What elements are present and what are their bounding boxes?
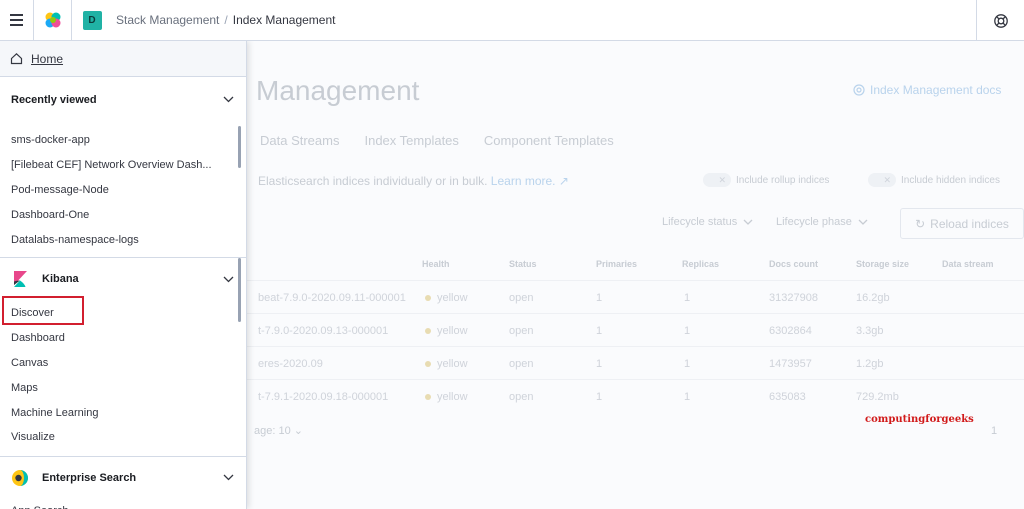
- pagination-page-1[interactable]: 1: [991, 425, 997, 437]
- watermark: computingforgeeks: [865, 414, 974, 425]
- breadcrumb-separator: /: [224, 13, 228, 27]
- top-header: D Stack Management / Index Management: [0, 0, 1024, 41]
- elastic-logo-button[interactable]: [34, 0, 72, 41]
- column-header[interactable]: Replicas: [682, 259, 719, 269]
- external-link-icon: ↗: [558, 174, 569, 188]
- column-header[interactable]: Storage size: [856, 259, 909, 269]
- index-name-link[interactable]: t-7.9.0-2020.09.13-000001: [258, 325, 388, 337]
- help-button[interactable]: [976, 0, 1024, 41]
- help-icon: [853, 84, 865, 96]
- enterprise-search-logo-icon: [11, 469, 29, 487]
- recent-item[interactable]: Datalabs-namespace-logs: [0, 227, 246, 252]
- table-row[interactable]: eres-2020.09 yellow open 1 1 1473957 1.2…: [246, 346, 1024, 379]
- refresh-icon: ↻: [915, 216, 926, 231]
- breadcrumb-index-management: Index Management: [232, 13, 336, 27]
- health-dot-icon: [425, 394, 431, 401]
- toggle-switch[interactable]: ✕: [703, 173, 731, 187]
- recently-viewed-header[interactable]: Recently viewed: [0, 77, 246, 122]
- elastic-logo-icon: [45, 12, 60, 28]
- lifecycle-phase-filter[interactable]: Lifecycle phase: [776, 216, 868, 228]
- index-name-link[interactable]: t-7.9.1-2020.09.18-000001: [258, 391, 388, 403]
- chevron-down-icon: ⌄: [293, 425, 303, 437]
- breadcrumb-stack-management[interactable]: Stack Management: [116, 13, 219, 27]
- enterprise-search-section-header[interactable]: Enterprise Search: [0, 457, 246, 499]
- nav-item-app-search[interactable]: App Search: [0, 499, 246, 509]
- enterprise-search-app-list: App Search: [0, 499, 246, 509]
- column-header[interactable]: Data stream: [942, 259, 994, 269]
- nav-item-canvas[interactable]: Canvas: [0, 351, 246, 376]
- table-row[interactable]: t-7.9.1-2020.09.18-000001 yellow open 1 …: [246, 379, 1024, 412]
- index-name-link[interactable]: beat-7.9.0-2020.09.11-000001: [258, 292, 406, 304]
- tab-index-templates[interactable]: Index Templates: [364, 133, 458, 148]
- table-row[interactable]: beat-7.9.0-2020.09.11-000001 yellow open…: [246, 280, 1024, 313]
- learn-more-link[interactable]: Learn more.: [491, 174, 556, 188]
- column-header[interactable]: Status: [509, 259, 537, 269]
- docs-link[interactable]: Index Management docs: [853, 83, 1001, 97]
- help-lifebuoy-icon: [993, 13, 1008, 28]
- home-icon: [10, 52, 23, 65]
- chevron-down-icon: [223, 276, 234, 283]
- breadcrumb: Stack Management / Index Management: [116, 13, 335, 27]
- tab-bar: Data Streams Index Templates Component T…: [260, 133, 614, 148]
- chevron-down-icon: [858, 219, 868, 225]
- page-title: Management: [256, 75, 420, 106]
- hamburger-icon: [10, 14, 23, 16]
- chevron-down-icon: [223, 96, 234, 103]
- toggle-switch[interactable]: ✕: [868, 173, 896, 187]
- tab-data-streams[interactable]: Data Streams: [260, 133, 339, 148]
- recent-item[interactable]: Pod-message-Node: [0, 178, 246, 203]
- nav-item-machine-learning[interactable]: Machine Learning: [0, 400, 246, 425]
- reload-indices-button[interactable]: ↻ Reload indices: [900, 208, 1024, 239]
- column-header[interactable]: Docs count: [769, 259, 818, 269]
- side-navigation: Home Recently viewed sms-docker-app [Fil…: [0, 41, 247, 509]
- chevron-down-icon: [743, 219, 753, 225]
- rows-per-page-selector[interactable]: age: 10 ⌄: [254, 424, 303, 437]
- hidden-indices-toggle[interactable]: ✕ Include hidden indices: [868, 173, 1000, 187]
- nav-item-visualize[interactable]: Visualize: [0, 425, 246, 450]
- nav-scrollbar[interactable]: [238, 258, 241, 322]
- lifecycle-status-filter[interactable]: Lifecycle status: [662, 216, 753, 228]
- nav-home-link[interactable]: Home: [0, 41, 246, 77]
- recent-item[interactable]: [Filebeat CEF] Network Overview Dash...: [0, 153, 246, 178]
- space-selector[interactable]: D: [72, 0, 112, 41]
- page-description: Elasticsearch indices individually or in…: [258, 174, 569, 188]
- tab-component-templates[interactable]: Component Templates: [484, 133, 614, 148]
- health-dot-icon: [425, 295, 431, 302]
- health-dot-icon: [425, 361, 431, 368]
- menu-toggle-button[interactable]: [0, 0, 34, 41]
- discover-highlight-box: [2, 296, 84, 325]
- column-header[interactable]: Health: [422, 259, 450, 269]
- nav-item-maps[interactable]: Maps: [0, 375, 246, 400]
- table-row[interactable]: t-7.9.0-2020.09.13-000001 yellow open 1 …: [246, 313, 1024, 346]
- recently-viewed-scrollbar[interactable]: [238, 126, 241, 168]
- kibana-section-header[interactable]: Kibana: [0, 258, 246, 301]
- kibana-logo-icon: [11, 270, 29, 288]
- recent-item[interactable]: sms-docker-app: [0, 128, 246, 153]
- index-name-link[interactable]: eres-2020.09: [258, 358, 323, 370]
- recent-item[interactable]: Dashboard-One: [0, 202, 246, 227]
- rollup-indices-toggle[interactable]: ✕ Include rollup indices: [703, 173, 829, 187]
- chevron-down-icon: [223, 474, 234, 481]
- recently-viewed-list: sms-docker-app [Filebeat CEF] Network Ov…: [0, 122, 246, 257]
- space-avatar: D: [82, 10, 102, 30]
- nav-item-dashboard[interactable]: Dashboard: [0, 326, 246, 351]
- health-dot-icon: [425, 328, 431, 335]
- column-header[interactable]: Primaries: [596, 259, 637, 269]
